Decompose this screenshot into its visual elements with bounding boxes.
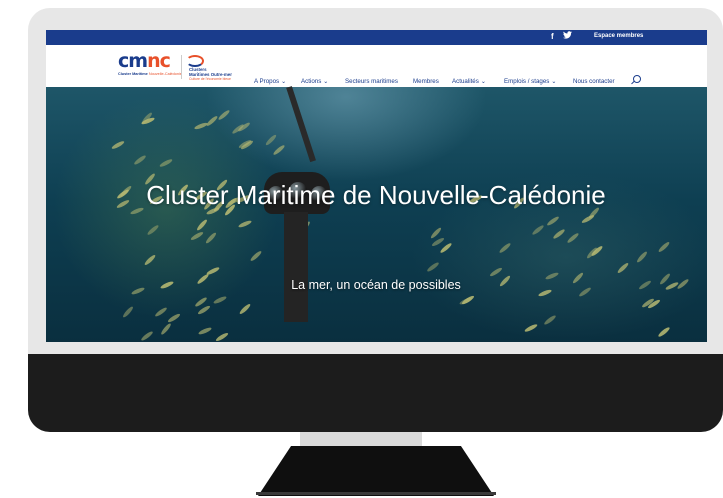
top-bar: f Espace membres: [46, 30, 707, 45]
fish: [140, 329, 154, 342]
fish: [158, 158, 173, 169]
member-space-link[interactable]: Espace membres: [594, 33, 643, 39]
monitor-neck: [300, 432, 422, 446]
fish: [197, 304, 212, 316]
fish: [635, 250, 648, 264]
fish: [430, 236, 446, 248]
fish: [552, 228, 566, 240]
fish: [498, 242, 512, 255]
nav-item-actualites[interactable]: Actualités ⌄: [452, 78, 486, 85]
monitor-stand: [258, 446, 494, 496]
fish: [489, 266, 504, 278]
fish: [676, 278, 690, 291]
chevron-down-icon: ⌄: [551, 79, 557, 85]
fish: [217, 108, 231, 121]
fish: [205, 265, 220, 276]
monitor-chin: [28, 354, 723, 432]
fish: [238, 219, 253, 229]
facebook-icon[interactable]: f: [551, 32, 554, 41]
fish: [193, 121, 209, 131]
fish: [214, 331, 230, 342]
nav-item-emplois-stages[interactable]: Emplois / stages ⌄: [504, 78, 556, 85]
fish: [195, 218, 208, 232]
fish: [143, 253, 157, 267]
website-screen: f Espace membres cmnc Cluster Maritime N…: [46, 30, 707, 342]
fish: [205, 114, 219, 128]
nav-item-actions[interactable]: Actions ⌄: [301, 78, 328, 85]
fish: [238, 302, 252, 316]
fish: [657, 241, 671, 254]
hero-title: Cluster Maritime de Nouvelle-Calédonie: [146, 180, 606, 210]
fish: [160, 322, 173, 336]
fish: [133, 154, 148, 167]
fish: [153, 306, 168, 319]
fish: [122, 305, 135, 319]
main-navbar: cmnc Cluster Maritime Nouvelle-Calédonie…: [46, 45, 707, 87]
cmnc-logo-subtitle: Cluster Maritime Nouvelle-Calédonie: [118, 72, 182, 76]
fish: [565, 232, 580, 245]
fish: [189, 230, 204, 241]
fish: [439, 242, 453, 255]
fish: [659, 272, 672, 286]
fish: [524, 323, 539, 334]
fish: [460, 294, 475, 306]
camera-pole: [286, 86, 316, 163]
fish: [656, 325, 671, 338]
fish: [637, 279, 652, 291]
twitter-icon[interactable]: [563, 31, 572, 41]
fish: [167, 312, 182, 324]
fish: [110, 139, 125, 150]
fish: [213, 295, 228, 305]
search-icon[interactable]: [633, 75, 641, 83]
nav-item-membres[interactable]: Membres: [413, 78, 439, 85]
chevron-down-icon: ⌄: [480, 79, 486, 85]
fish: [590, 244, 604, 257]
chevron-down-icon: ⌄: [281, 79, 287, 85]
fish: [426, 261, 440, 273]
cmnc-logo[interactable]: cmnc: [118, 52, 171, 71]
nav-item-a-propos[interactable]: A Propos ⌄: [254, 78, 286, 85]
fish: [616, 261, 630, 275]
fish: [543, 314, 557, 326]
nav-item-nous-contacter[interactable]: Nous contacter: [573, 78, 615, 85]
fish: [531, 224, 545, 237]
clusters-outre-mer-logo-mark: [186, 55, 204, 67]
chevron-down-icon: ⌄: [323, 79, 329, 85]
fish: [197, 326, 212, 337]
nav-item-secteurs-maritimes[interactable]: Secteurs maritimes: [345, 78, 398, 85]
fish: [204, 231, 218, 245]
monitor-stand-base: [256, 492, 496, 495]
clusters-outre-mer-logo[interactable]: Clusters Maritimes Outre-mer: [189, 67, 232, 77]
camera-stem: [284, 212, 308, 322]
fish: [580, 213, 595, 225]
clusters-outre-mer-subtitle: Culture de l'économie bleue: [189, 77, 231, 81]
logo-divider: [181, 55, 182, 79]
fish: [264, 134, 278, 147]
fish: [146, 224, 160, 237]
fish: [546, 215, 561, 227]
fish: [249, 249, 263, 263]
hero-banner: Cluster Maritime de Nouvelle-Calédonie L…: [46, 86, 707, 342]
fish: [272, 144, 286, 157]
hero-subtitle: La mer, un océan de possibles: [291, 278, 461, 292]
